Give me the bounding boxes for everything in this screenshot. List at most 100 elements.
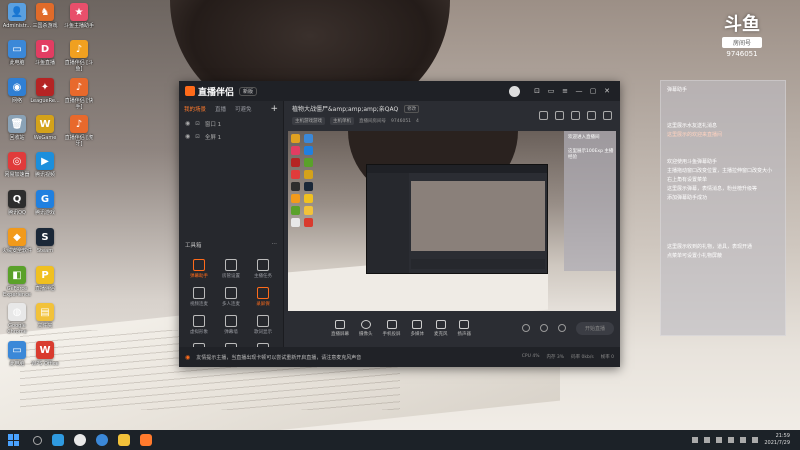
tray-icon[interactable] <box>716 437 723 443</box>
tool-item[interactable]: 多人连麦 <box>215 287 247 307</box>
desktop-icon[interactable]: ▶ 腾讯视频 <box>30 152 60 178</box>
app-icon: ◉ <box>8 78 26 96</box>
brand-name: 直播伴侣 <box>198 87 235 98</box>
brand-logo-icon <box>185 86 195 96</box>
gift-icon[interactable] <box>539 111 548 120</box>
chat-line: 这里展示收到的礼物，道具，表现开通 <box>667 244 753 250</box>
tool-label: 弹幕墙 <box>224 330 238 335</box>
screen-button[interactable]: ▭ <box>544 84 558 98</box>
desktop-icon[interactable]: P 直播伴侣 <box>30 266 60 292</box>
tool-item[interactable]: 弹幕墙 <box>215 315 247 335</box>
preview-chat-line: 欢迎进入直播间 <box>568 135 600 140</box>
more-icon[interactable]: ⋯ <box>272 241 278 249</box>
eye-icon[interactable]: ◉ <box>185 133 190 140</box>
scene-item[interactable]: ◉ ⊡ 窗口 1 <box>179 117 283 130</box>
skin-button[interactable]: ⊡ <box>530 84 544 98</box>
camera-button[interactable]: 摄像头 <box>359 319 373 337</box>
desktop-icon-label: WeGame <box>33 135 57 141</box>
settings-icon[interactable] <box>558 324 566 332</box>
speaker-button[interactable]: 扬声器 <box>458 319 471 337</box>
share-icon[interactable] <box>603 111 612 120</box>
category-tag[interactable]: 主机游戏游戏 <box>292 117 325 125</box>
scene-tabs: 我的场景 直播 可避免 + <box>179 101 283 117</box>
minimize-button[interactable]: — <box>572 84 586 98</box>
tab-my-scenes[interactable]: 我的场景 <box>184 105 206 113</box>
tool-item[interactable]: 弹幕助手 <box>183 259 215 279</box>
desktop-icon[interactable]: ♪ 直播伴侣 [快手] <box>64 78 94 110</box>
desktop-icon-label: 直播伴侣 <box>34 286 55 292</box>
eye-icon[interactable] <box>540 324 548 332</box>
lock-icon[interactable] <box>555 111 564 120</box>
user-avatar[interactable] <box>509 85 520 97</box>
tool-item[interactable]: 录屏保 <box>247 287 279 307</box>
tab-other[interactable]: 可避免 <box>235 105 252 113</box>
tool-item[interactable]: 主播任务 <box>247 259 279 279</box>
fps-stat: 帧率 0 <box>600 355 614 360</box>
desktop-icon[interactable]: ★ 斗鱼主播助手 <box>64 3 94 29</box>
main-area: 植物大战僵尸&amp;amp;amp;亲QAQ 修改 主机游戏游戏 主机单机 直… <box>284 101 620 347</box>
video-icon[interactable] <box>522 324 530 332</box>
tool-icon <box>257 315 269 327</box>
network-icon[interactable] <box>740 437 747 443</box>
close-button[interactable]: ✕ <box>600 84 614 98</box>
desktop-icon[interactable]: D 斗鱼直播 <box>30 40 60 66</box>
desktop-icon-label: 文件夹 <box>37 323 53 329</box>
start-button[interactable] <box>8 434 20 446</box>
subcategory-tag[interactable]: 主机单机 <box>330 117 354 125</box>
maximize-button[interactable]: ▢ <box>586 84 600 98</box>
desktop-icon[interactable]: ♞ 三国杀游戏 <box>30 3 60 29</box>
scene-name: 全屏 1 <box>204 134 222 141</box>
scene-item[interactable]: ◉ ⊡ 全屏 1 <box>179 130 283 143</box>
danmaku-panel-title: 弹幕助手 <box>667 87 688 93</box>
app-icon: ◆ <box>8 228 26 246</box>
desktop-icon[interactable]: ♪ 直播伴侣 [虎牙] <box>64 115 94 147</box>
tool-label: 视频连麦 <box>190 302 208 307</box>
desktop-icon[interactable]: ♪ 直播伴侣 [斗鱼] <box>64 40 94 72</box>
eye-icon[interactable]: ◉ <box>185 120 190 127</box>
desktop-icon[interactable]: W WPS Office <box>30 341 60 367</box>
screen-capture-button[interactable]: 直播屏幕 <box>331 319 349 337</box>
chat-line: 这里展示的欢迎来直播间 <box>667 132 723 138</box>
desktop-icon[interactable]: ▤ 文件夹 <box>30 303 60 329</box>
browser-icon[interactable] <box>96 434 108 446</box>
tool-label: 虚拟形象 <box>190 330 208 335</box>
tray-icon[interactable] <box>704 437 711 443</box>
live-companion-taskbar-icon[interactable] <box>140 434 152 446</box>
lock-icon[interactable]: ⊡ <box>195 134 200 140</box>
volume-icon[interactable] <box>752 437 759 443</box>
tray-icon[interactable] <box>692 437 699 443</box>
tool-icon <box>193 315 205 327</box>
phone-cast-button[interactable]: 手机投屏 <box>383 319 401 337</box>
menu-button[interactable]: ≡ <box>558 84 572 98</box>
explorer-icon[interactable] <box>118 434 130 446</box>
microphone-button[interactable]: 麦克风 <box>434 319 448 337</box>
edge-icon[interactable] <box>52 434 64 446</box>
lock-icon[interactable]: ⊡ <box>195 121 200 127</box>
stream-preview[interactable]: 欢迎进入直播间 这里展示100Exp 主播经验 <box>288 131 616 311</box>
desktop-icon[interactable]: ◍ Google Chrome <box>2 303 32 335</box>
modify-title-button[interactable]: 修改 <box>404 104 420 113</box>
app-icon: ♞ <box>36 3 54 21</box>
tab-live[interactable]: 直播 <box>215 105 226 113</box>
desktop-icon[interactable]: ✦ LeagueRe... <box>30 78 60 104</box>
desktop-icon[interactable]: G 腾讯游戏 <box>30 190 60 216</box>
chrome-icon[interactable] <box>74 434 86 446</box>
tool-item[interactable]: 歌词显示 <box>247 315 279 335</box>
record-icon[interactable] <box>587 111 596 120</box>
desktop-icon[interactable]: W WeGame <box>30 115 60 141</box>
danmaku-panel[interactable]: 弹幕助手 这里展示水友送礼消息 这里展示的欢迎来直播间 欢迎使用斗鱼弹幕助手 主… <box>660 80 786 336</box>
desktop-icon[interactable]: S Steam <box>30 228 60 254</box>
clock[interactable]: 21:59 2021/7/29 <box>764 433 790 447</box>
search-icon[interactable] <box>33 435 42 445</box>
add-scene-button[interactable]: + <box>270 104 278 114</box>
tray-icon[interactable] <box>728 437 735 443</box>
start-live-button[interactable]: 开始直播 <box>576 321 615 335</box>
app-icon: ◍ <box>8 303 26 321</box>
tool-item[interactable]: 视频连麦 <box>183 287 215 307</box>
desktop-icon[interactable]: ◧ GeForce Experience <box>2 266 32 298</box>
version-badge[interactable]: 新版 <box>239 86 258 96</box>
media-button[interactable]: 多媒体 <box>411 319 424 337</box>
tool-item[interactable]: 房管设置 <box>215 259 247 279</box>
tool-item[interactable]: 虚拟形象 <box>183 315 215 335</box>
fans-icon[interactable] <box>571 111 580 120</box>
